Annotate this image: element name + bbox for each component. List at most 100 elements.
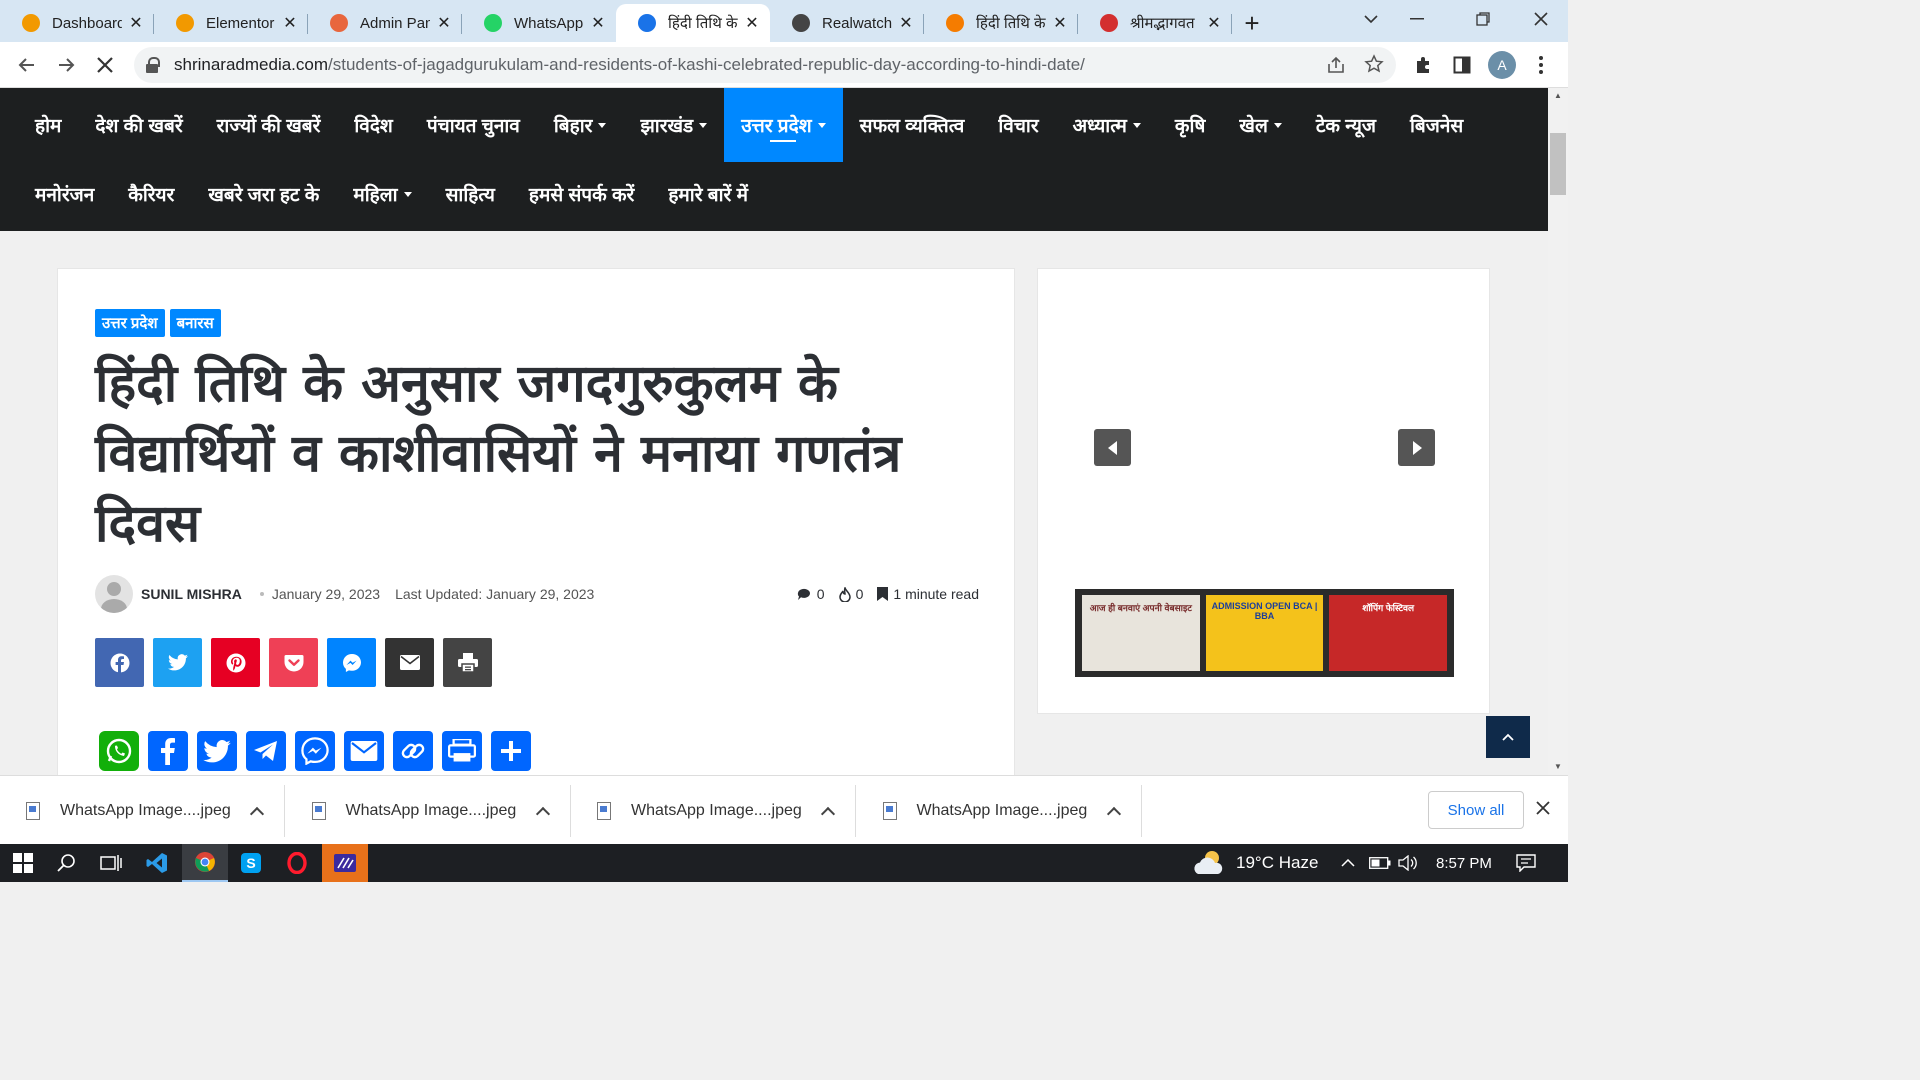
- tab-close-icon[interactable]: ✕: [590, 13, 606, 33]
- ad-image[interactable]: शॉपिंग फेस्टिवल: [1329, 595, 1448, 671]
- nav-item[interactable]: विदेश: [337, 88, 410, 162]
- nav-item[interactable]: कैरियर: [111, 157, 191, 231]
- pocket-share-button[interactable]: [269, 638, 318, 687]
- browser-tab[interactable]: Elementor | ✕: [154, 4, 308, 42]
- download-item[interactable]: WhatsApp Image....jpeg: [571, 785, 856, 837]
- addtoany-facebook-button[interactable]: [148, 731, 188, 771]
- tab-close-icon[interactable]: ✕: [744, 13, 760, 33]
- browser-menu-icon[interactable]: [1526, 50, 1556, 80]
- nav-item[interactable]: बिजनेस: [1393, 88, 1480, 162]
- nav-item[interactable]: झारखंड: [623, 88, 724, 162]
- back-to-top-button[interactable]: [1486, 716, 1530, 758]
- weather-widget[interactable]: 19°C Haze: [1192, 844, 1318, 882]
- nav-item[interactable]: विचार: [981, 88, 1055, 162]
- nav-item[interactable]: हमसे संपर्क करें: [512, 157, 651, 231]
- browser-tab[interactable]: WhatsApp ✕: [462, 4, 616, 42]
- new-tab-button[interactable]: +: [1232, 4, 1272, 42]
- download-item[interactable]: WhatsApp Image....jpeg: [857, 785, 1142, 837]
- nav-item[interactable]: साहित्य: [429, 157, 512, 231]
- extensions-icon[interactable]: [1408, 50, 1438, 80]
- print-share-button[interactable]: [443, 638, 492, 687]
- nav-item[interactable]: कृषि: [1158, 88, 1223, 162]
- addtoany-share-button[interactable]: [491, 731, 531, 771]
- minimize-button[interactable]: [1394, 0, 1440, 38]
- restore-button[interactable]: [1460, 0, 1506, 38]
- nav-item[interactable]: सफल व्यक्तित्व: [843, 88, 982, 162]
- addtoany-telegram-button[interactable]: [246, 731, 286, 771]
- category-tag[interactable]: उत्तर प्रदेश: [95, 309, 165, 337]
- scroll-up-arrow[interactable]: ▲: [1548, 88, 1568, 104]
- browser-tab[interactable]: Realwatchn ✕: [770, 4, 924, 42]
- slider-next-button[interactable]: [1398, 429, 1435, 466]
- stop-loading-button[interactable]: [90, 50, 120, 80]
- app-icon[interactable]: [322, 844, 368, 882]
- volume-icon[interactable]: [1398, 844, 1418, 882]
- scrollbar-thumb[interactable]: [1550, 133, 1566, 195]
- vscode-icon[interactable]: [134, 844, 180, 882]
- notification-icon[interactable]: [1516, 844, 1536, 882]
- share-page-icon[interactable]: [1326, 55, 1346, 80]
- addtoany-whatsapp-button[interactable]: [99, 731, 139, 771]
- address-bar[interactable]: shrinaradmedia.com/students-of-jagadguru…: [134, 47, 1396, 83]
- tab-close-icon[interactable]: ✕: [436, 13, 452, 33]
- pinterest-share-button[interactable]: [211, 638, 260, 687]
- author-avatar[interactable]: [95, 575, 133, 613]
- chrome-icon[interactable]: [182, 844, 228, 882]
- tab-close-icon[interactable]: ✕: [1206, 13, 1222, 33]
- nav-item[interactable]: अध्यात्म: [1056, 88, 1158, 162]
- download-item[interactable]: WhatsApp Image....jpeg: [286, 785, 571, 837]
- category-tag[interactable]: बनारस: [169, 309, 221, 337]
- email-share-button[interactable]: [385, 638, 434, 687]
- windows-start-icon[interactable]: [0, 844, 46, 882]
- browser-tab[interactable]: Admin Pane ✕: [308, 4, 462, 42]
- browser-tab[interactable]: Dashboard ✕: [0, 4, 154, 42]
- page-scrollbar[interactable]: ▲ ▼: [1548, 88, 1568, 775]
- tab-close-icon[interactable]: ✕: [282, 13, 298, 33]
- addtoany-messenger-button[interactable]: [295, 731, 335, 771]
- nav-item[interactable]: खबरे जरा हट के: [191, 157, 336, 231]
- nav-item[interactable]: मनोरंजन: [18, 157, 111, 231]
- tab-close-icon[interactable]: ✕: [898, 13, 914, 33]
- scroll-down-arrow[interactable]: ▼: [1548, 759, 1568, 775]
- opera-icon[interactable]: [274, 844, 320, 882]
- tab-close-icon[interactable]: ✕: [128, 13, 144, 33]
- addtoany-email-button[interactable]: [344, 731, 384, 771]
- nav-item[interactable]: हमारे बारें में: [651, 157, 765, 231]
- ad-banner[interactable]: आज ही बनवाएं अपनी वेबसाइट ADMISSION OPEN …: [1075, 589, 1454, 677]
- chevron-up-icon[interactable]: [249, 806, 265, 822]
- bookmark-star-icon[interactable]: [1364, 54, 1384, 79]
- tab-close-icon[interactable]: ✕: [1052, 13, 1068, 33]
- nav-item[interactable]: राज्यों की खबरें: [200, 88, 338, 162]
- nav-item[interactable]: उत्तर प्रदेश: [724, 88, 843, 162]
- show-hidden-icons[interactable]: [1341, 844, 1355, 882]
- addtoany-twitter-button[interactable]: [197, 731, 237, 771]
- profile-avatar[interactable]: A: [1488, 51, 1516, 79]
- lock-icon[interactable]: [146, 57, 160, 73]
- skype-icon[interactable]: S: [228, 844, 274, 882]
- nav-item[interactable]: खेल: [1222, 88, 1298, 162]
- browser-tab[interactable]: हिंदी तिथि के ✕: [616, 4, 770, 42]
- browser-tab[interactable]: हिंदी तिथि के ✕: [924, 4, 1078, 42]
- nav-item[interactable]: टेक न्यूज: [1299, 88, 1393, 162]
- battery-icon[interactable]: [1369, 844, 1391, 882]
- browser-tab[interactable]: श्रीमद्भागवत ✕: [1078, 4, 1232, 42]
- close-window-button[interactable]: [1518, 0, 1564, 38]
- forward-button[interactable]: [51, 50, 81, 80]
- close-downloads-bar-icon[interactable]: [1536, 798, 1550, 821]
- nav-item[interactable]: पंचायत चुनाव: [410, 88, 537, 162]
- chevron-up-icon[interactable]: [1106, 806, 1121, 822]
- chevron-up-icon[interactable]: [535, 806, 550, 822]
- twitter-share-button[interactable]: [153, 638, 202, 687]
- task-view-icon[interactable]: [88, 844, 134, 882]
- back-button[interactable]: [12, 50, 42, 80]
- nav-item[interactable]: महिला: [336, 157, 428, 231]
- facebook-share-button[interactable]: [95, 638, 144, 687]
- addtoany-print-button[interactable]: [442, 731, 482, 771]
- download-item[interactable]: WhatsApp Image....jpeg: [0, 785, 285, 837]
- nav-item[interactable]: देश की खबरें: [78, 88, 199, 162]
- side-panel-icon[interactable]: [1447, 50, 1477, 80]
- ad-image[interactable]: आज ही बनवाएं अपनी वेबसाइट: [1082, 595, 1200, 671]
- slider-prev-button[interactable]: [1094, 429, 1131, 466]
- author-name[interactable]: SUNIL MISHRA: [141, 586, 242, 602]
- show-all-downloads-button[interactable]: Show all: [1428, 791, 1524, 829]
